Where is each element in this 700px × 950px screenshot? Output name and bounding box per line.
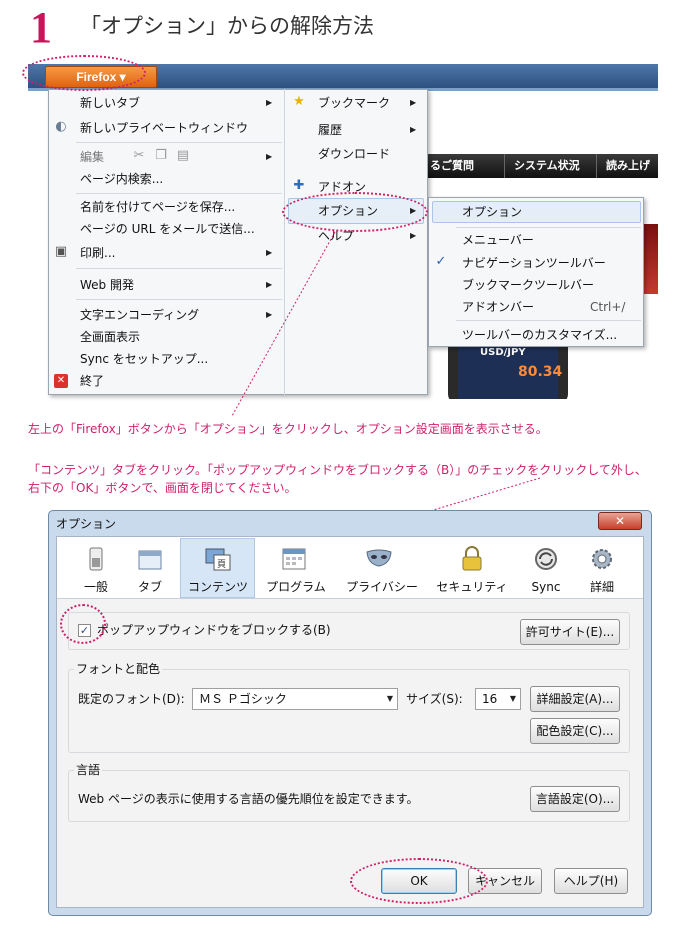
help-button[interactable]: ヘルプ(H): [554, 868, 628, 894]
highlight-ok-button: [350, 858, 488, 904]
tab-general[interactable]: 一般: [78, 579, 114, 595]
font-advanced-button[interactable]: 詳細設定(A)...: [530, 686, 620, 712]
tab-content[interactable]: コンテンツ: [182, 579, 254, 595]
chevron-down-icon: ▼: [386, 694, 393, 703]
applications-calendar-icon: [282, 548, 306, 570]
font-size-select[interactable]: 16 ▼: [475, 688, 521, 710]
instruction-note-1: 左上の「Firefox」ボタンから「オプション」をクリックし、オプション設定画面…: [28, 422, 548, 436]
svg-text:頁: 頁: [217, 559, 226, 570]
dialog-title: オプション: [56, 517, 117, 531]
dialog-close-button[interactable]: ✕: [598, 512, 642, 530]
instruction-note-2: 「コンテンツ」タブをクリック。「ポップアップウィンドウをブロックする（B）」のチ…: [28, 463, 647, 477]
default-font-select[interactable]: ＭＳ Ｐゴシック ▼: [192, 688, 398, 710]
popup-block-label[interactable]: ポップアップウィンドウをブロックする(B): [97, 622, 331, 638]
instruction-note-3: 右下の「OK」ボタンで、画面を閉じてください。: [28, 481, 297, 495]
sync-arrows-icon: [535, 548, 557, 570]
allowed-sites-button[interactable]: 許可サイト(E)...: [520, 619, 620, 645]
font-size-value: 16: [482, 692, 498, 706]
default-font-label: 既定のフォント(D):: [78, 692, 185, 706]
default-font-value: ＭＳ Ｐゴシック: [199, 692, 287, 706]
advanced-gear-icon: [592, 549, 612, 569]
language-settings-button[interactable]: 言語設定(O)...: [530, 786, 620, 812]
privacy-mask-icon: [366, 549, 392, 567]
content-page-icon: 頁: [205, 548, 231, 571]
tabs-window-icon: [138, 550, 162, 570]
tab-security[interactable]: セキュリティ: [432, 579, 512, 595]
general-switch-icon: [89, 547, 103, 571]
tab-privacy[interactable]: プライバシー: [340, 579, 424, 595]
tab-tabs[interactable]: タブ: [132, 579, 168, 595]
chevron-down-icon: ▼: [509, 694, 516, 703]
security-lock-icon: [462, 546, 482, 571]
highlight-popup-checkbox: [60, 604, 106, 644]
tab-advanced[interactable]: 詳細: [584, 579, 620, 595]
font-size-label: サイズ(S):: [406, 692, 463, 706]
tab-sync[interactable]: Sync: [526, 579, 566, 595]
language-group-label: 言語: [74, 762, 103, 778]
language-description: Web ページの表示に使用する言語の優先順位を設定できます。: [78, 792, 419, 806]
tab-applications[interactable]: プログラム: [262, 579, 330, 595]
fonts-group-label: フォントと配色: [74, 661, 163, 677]
colors-button[interactable]: 配色設定(C)...: [530, 718, 620, 744]
